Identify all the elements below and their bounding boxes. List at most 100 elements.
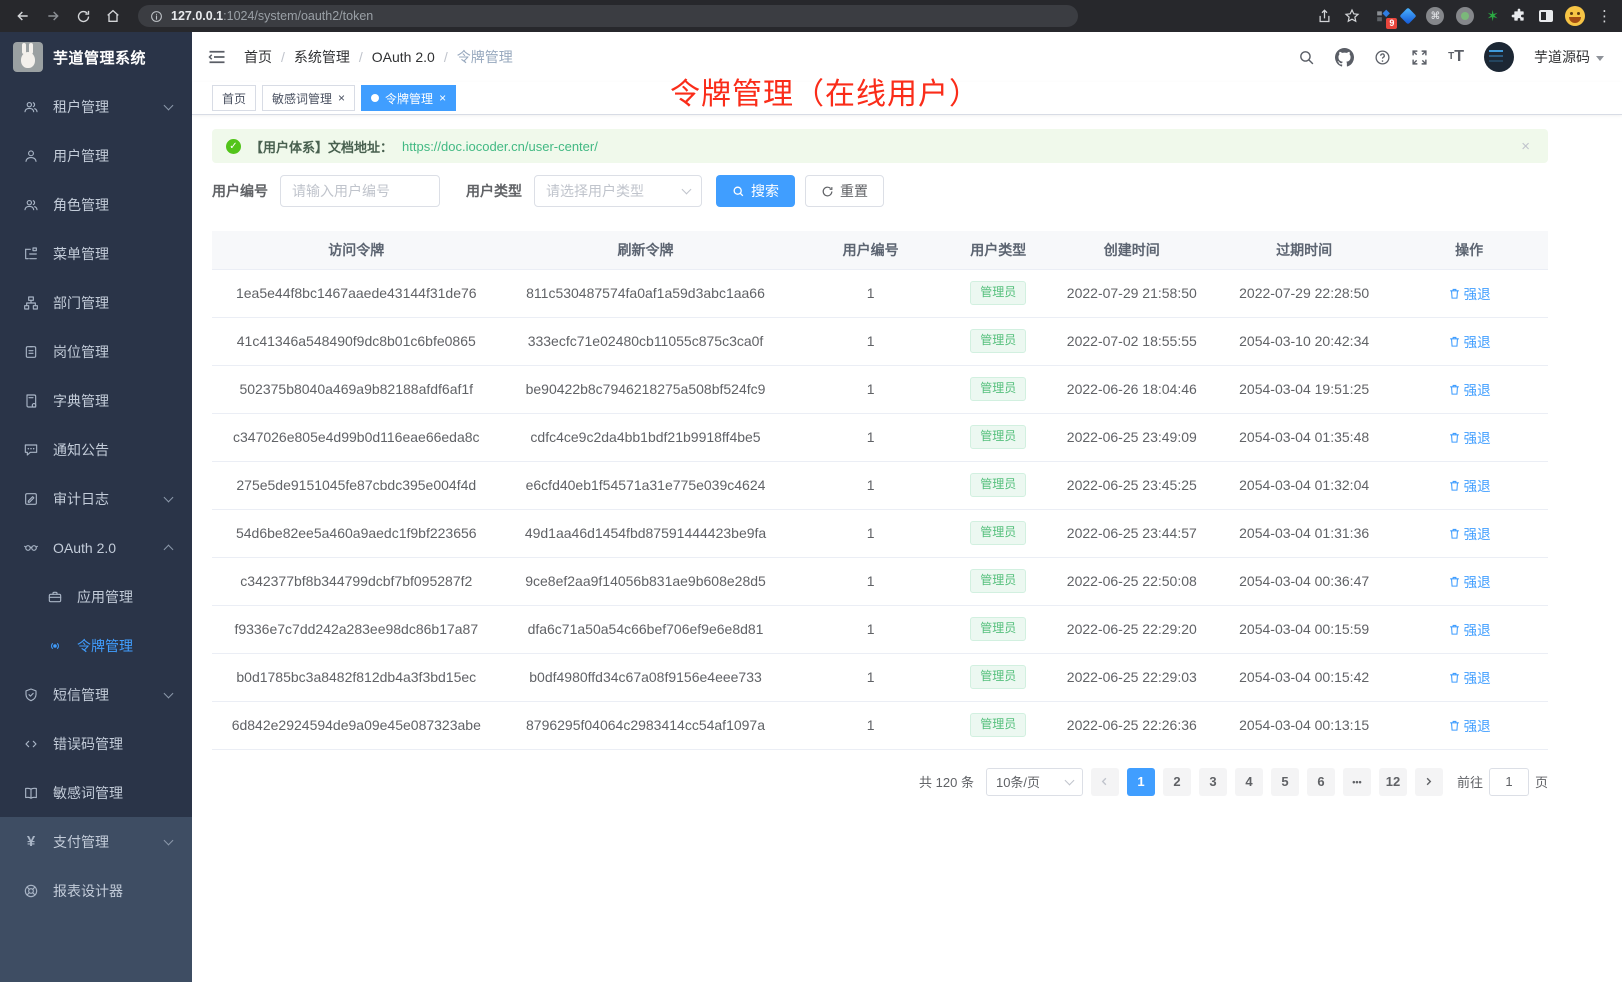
force-logout-button[interactable]: 强退	[1448, 427, 1491, 447]
page-ellipsis[interactable]: •••	[1343, 768, 1371, 796]
page-button-4[interactable]: 4	[1235, 768, 1263, 796]
breadcrumb-item[interactable]: 系统管理	[294, 47, 350, 67]
star-extension-icon[interactable]: ✶	[1486, 9, 1499, 24]
force-logout-button[interactable]: 强退	[1448, 571, 1491, 591]
extension-badge-icon[interactable]: 9	[1376, 9, 1390, 23]
sidebar-item-user[interactable]: 用户管理	[0, 131, 192, 180]
sidebar-toggle-icon[interactable]	[208, 49, 226, 65]
sidebar-item-oauth2-app[interactable]: 应用管理	[0, 572, 192, 621]
user-menu[interactable]: 芋道源码	[1534, 47, 1604, 67]
profile-avatar-emoji[interactable]	[1565, 6, 1585, 26]
command-extension-icon[interactable]: ⌘	[1426, 7, 1444, 25]
force-logout-button[interactable]: 强退	[1448, 475, 1491, 495]
sidebar-item-role[interactable]: 角色管理	[0, 180, 192, 229]
force-logout-button[interactable]: 强退	[1448, 283, 1491, 303]
page-button-3[interactable]: 3	[1199, 768, 1227, 796]
token-table: 访问令牌刷新令牌用户编号用户类型创建时间过期时间操作 1ea5e44f8bc14…	[212, 231, 1548, 750]
browser-back-button[interactable]	[10, 3, 36, 29]
tab-close-icon[interactable]: ×	[439, 92, 446, 104]
browser-chrome: 127.0.0.1:1024/system/oauth2/token 9 ⌘ ✶…	[0, 0, 1622, 32]
sidebar-item-report-designer[interactable]: 报表设计器	[0, 866, 192, 915]
trash-icon	[1448, 671, 1461, 684]
doc-link[interactable]: https://doc.iocoder.cn/user-center/	[402, 139, 598, 154]
page-button-12[interactable]: 12	[1379, 768, 1407, 796]
sidebar-item-sms[interactable]: 短信管理	[0, 670, 192, 719]
created-time-cell: 2022-06-25 22:26:36	[1046, 701, 1218, 749]
alert-close-icon[interactable]: ×	[1521, 138, 1534, 155]
sidebar-item-label: 菜单管理	[53, 244, 109, 264]
reset-button[interactable]: 重置	[805, 175, 884, 207]
column-header: 过期时间	[1218, 231, 1390, 269]
user-type-tag: 管理员	[970, 665, 1026, 689]
table-row: 54d6be82ee5a460a9aedc1f9bf22365649d1aa46…	[212, 509, 1548, 557]
font-size-icon[interactable]: TT	[1448, 49, 1464, 65]
column-header: 创建时间	[1046, 231, 1218, 269]
goto-page-input[interactable]	[1489, 768, 1529, 796]
sidebar-item-dept[interactable]: 部门管理	[0, 278, 192, 327]
search-icon[interactable]	[1298, 49, 1315, 66]
sidebar-item-oauth2-token[interactable]: 令牌管理	[0, 621, 192, 670]
search-button[interactable]: 搜索	[716, 175, 795, 207]
post-icon	[22, 344, 40, 360]
help-icon[interactable]	[1374, 49, 1391, 66]
site-info-icon[interactable]	[150, 10, 163, 23]
force-logout-button[interactable]: 强退	[1448, 619, 1491, 639]
user-type-select[interactable]: 请选择用户类型	[534, 175, 702, 207]
gem-extension-icon[interactable]	[1402, 10, 1414, 22]
page-button-6[interactable]: 6	[1307, 768, 1335, 796]
force-logout-button[interactable]: 强退	[1448, 379, 1491, 399]
tab-close-icon[interactable]: ×	[338, 92, 345, 104]
force-logout-button[interactable]: 强退	[1448, 715, 1491, 735]
sidebar-item-notice[interactable]: 通知公告	[0, 425, 192, 474]
sidebar-item-sensitive-word[interactable]: 敏感词管理	[0, 768, 192, 817]
browser-reload-button[interactable]	[70, 3, 96, 29]
page-button-1[interactable]: 1	[1127, 768, 1155, 796]
fullscreen-icon[interactable]	[1411, 49, 1428, 66]
force-logout-button[interactable]: 强退	[1448, 523, 1491, 543]
sidebar-item-audit-log[interactable]: 审计日志	[0, 474, 192, 523]
sidebar-item-dict[interactable]: 字典管理	[0, 376, 192, 425]
address-bar[interactable]: 127.0.0.1:1024/system/oauth2/token	[138, 5, 1078, 27]
extensions-puzzle-icon[interactable]	[1511, 8, 1527, 24]
user-avatar[interactable]	[1484, 42, 1514, 72]
share-icon[interactable]	[1317, 9, 1332, 24]
sidebar-item-pay[interactable]: ¥支付管理	[0, 817, 192, 866]
next-page-button[interactable]	[1415, 768, 1443, 796]
user-id-input[interactable]	[292, 183, 428, 199]
prev-page-button[interactable]	[1091, 768, 1119, 796]
user-type-cell: 管理员	[951, 653, 1046, 701]
tab-0[interactable]: 首页	[212, 85, 256, 111]
page-size-select[interactable]: 10条/页	[986, 768, 1083, 796]
oauth2-icon	[22, 540, 40, 556]
breadcrumb-item[interactable]: 首页	[244, 47, 272, 67]
browser-menu-icon[interactable]: ⋮	[1597, 7, 1612, 25]
refresh-token-cell: 8796295f04064c2983414cc54af1097a	[501, 701, 791, 749]
breadcrumb-item[interactable]: OAuth 2.0	[372, 49, 435, 65]
record-extension-icon[interactable]	[1456, 7, 1474, 25]
sidebar-item-label: 令牌管理	[77, 636, 133, 656]
created-time-cell: 2022-07-02 18:55:55	[1046, 317, 1218, 365]
app-logo[interactable]: 芋道管理系统	[0, 32, 192, 82]
trash-icon	[1448, 719, 1461, 732]
tab-1[interactable]: 敏感词管理×	[262, 85, 355, 111]
page-button-5[interactable]: 5	[1271, 768, 1299, 796]
sidebar-item-oauth2[interactable]: OAuth 2.0	[0, 523, 192, 572]
force-logout-button[interactable]: 强退	[1448, 667, 1491, 687]
user-icon	[22, 148, 40, 164]
tab-active-2[interactable]: 令牌管理×	[361, 85, 456, 111]
sidebar-item-post[interactable]: 岗位管理	[0, 327, 192, 376]
split-screen-icon[interactable]	[1539, 10, 1553, 22]
expire-time-cell: 2054-03-04 19:51:25	[1218, 365, 1390, 413]
force-logout-button[interactable]: 强退	[1448, 331, 1491, 351]
bookmark-star-icon[interactable]	[1344, 8, 1360, 24]
sidebar-item-menu[interactable]: 菜单管理	[0, 229, 192, 278]
sidebar-item-label: 报表设计器	[53, 881, 123, 901]
created-time-cell: 2022-06-25 23:49:09	[1046, 413, 1218, 461]
sidebar-item-tenant[interactable]: 租户管理	[0, 82, 192, 131]
sidebar-item-label: 支付管理	[53, 832, 109, 852]
browser-home-button[interactable]	[100, 3, 126, 29]
github-icon[interactable]	[1335, 48, 1354, 67]
sidebar-item-error-code[interactable]: 错误码管理	[0, 719, 192, 768]
page-button-2[interactable]: 2	[1163, 768, 1191, 796]
browser-forward-button[interactable]	[40, 3, 66, 29]
